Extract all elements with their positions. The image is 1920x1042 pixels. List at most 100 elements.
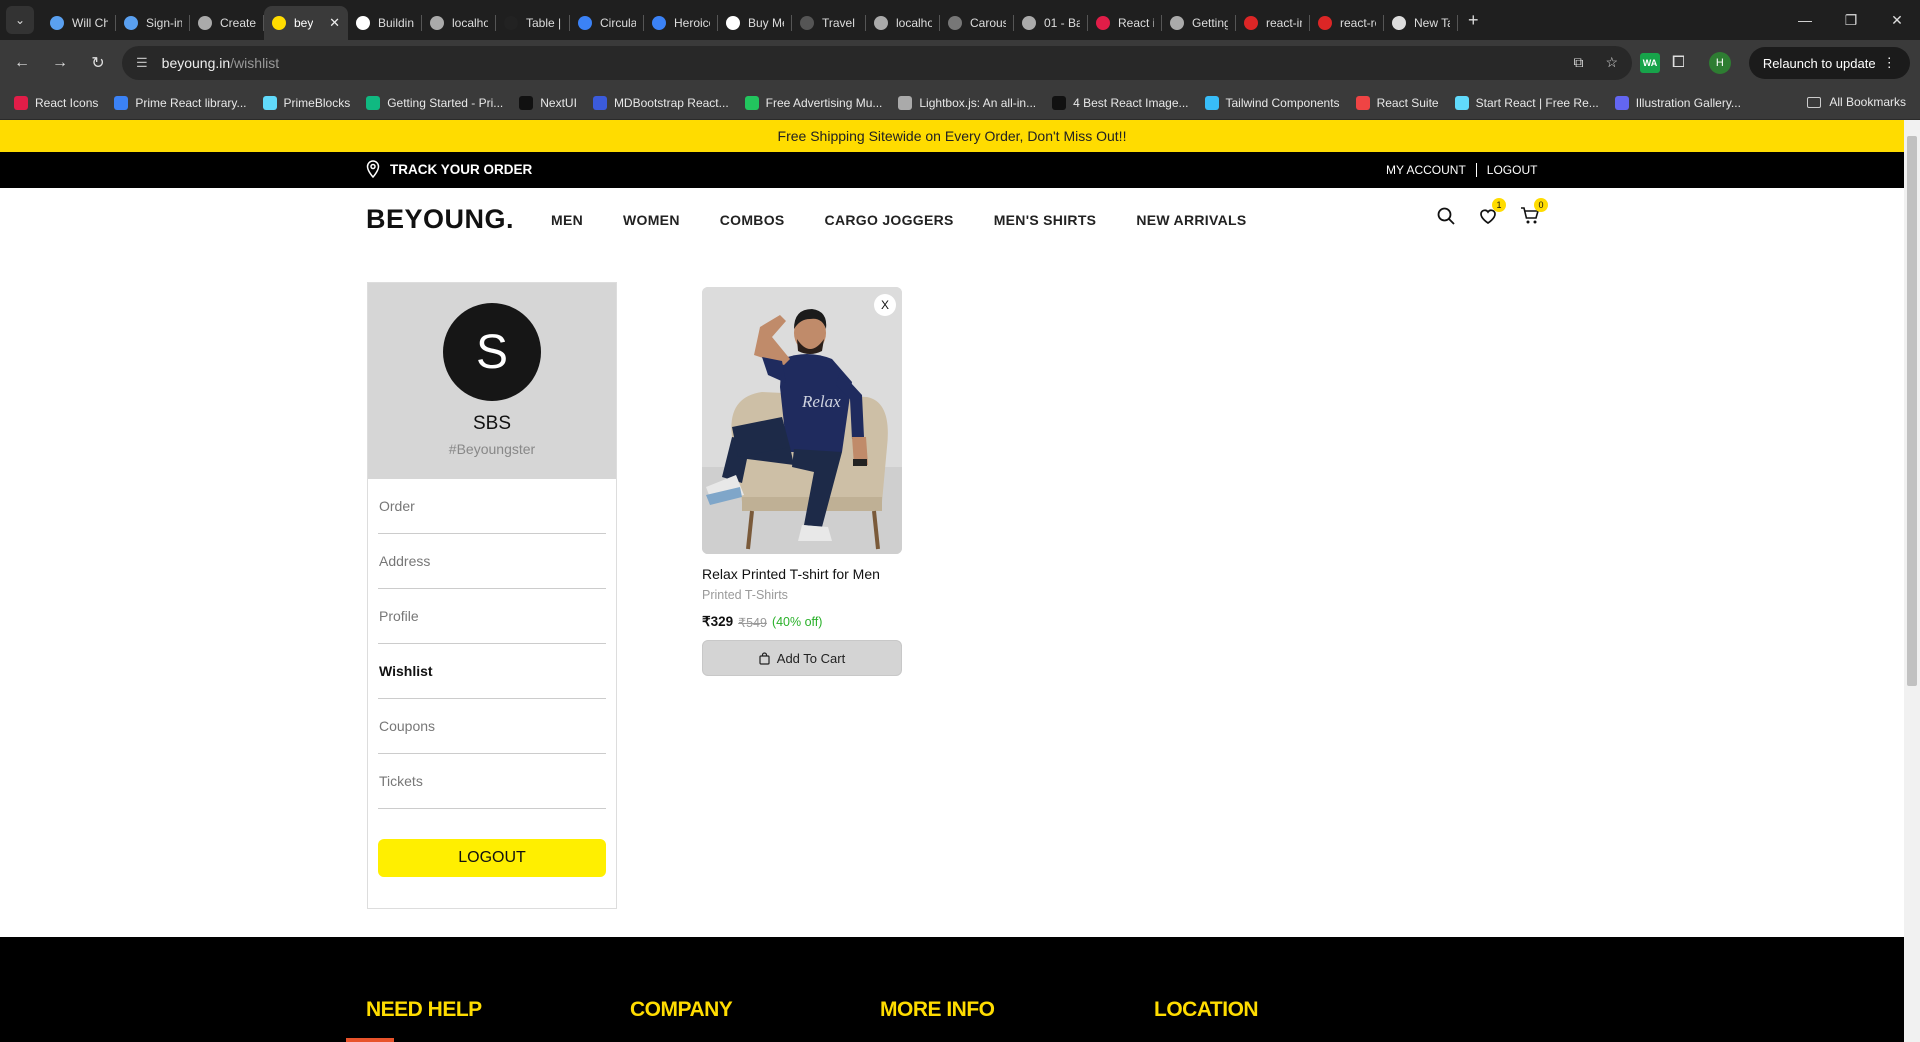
browser-tab[interactable]: localho — [866, 6, 940, 40]
tab-title: react-in — [1266, 16, 1302, 30]
url-host: beyoung.in — [161, 55, 231, 71]
address-bar[interactable]: ☰ beyoung.in/wishlist ⧉ ☆ — [122, 46, 1632, 80]
new-tab-button[interactable]: + — [1468, 10, 1479, 31]
nav-item-men[interactable]: MEN — [551, 212, 583, 228]
profile-avatar[interactable]: H — [1708, 52, 1731, 74]
browser-tab[interactable]: Create F — [190, 6, 264, 40]
browser-tab[interactable]: Buy Me — [718, 6, 792, 40]
browser-tab[interactable]: Building — [348, 6, 422, 40]
browser-tab[interactable]: New Ta — [1384, 6, 1458, 40]
extensions-icon[interactable]: ⧠ — [1672, 54, 1685, 72]
bookmark-favicon-icon — [1204, 95, 1219, 110]
bookmark-item[interactable]: Tailwind Components — [1204, 95, 1340, 110]
product-name[interactable]: Relax Printed T-shirt for Men — [702, 566, 902, 582]
bookmark-item[interactable]: MDBootstrap React... — [592, 95, 729, 110]
bookmark-item[interactable]: Start React | Free Re... — [1454, 95, 1599, 110]
bookmark-item[interactable]: Free Advertising Mu... — [744, 95, 882, 110]
folder-icon — [1807, 96, 1822, 108]
all-bookmarks-button[interactable]: All Bookmarks — [1807, 95, 1906, 109]
bookmark-item[interactable]: React Icons — [14, 95, 99, 110]
tab-favicon-icon — [1170, 16, 1184, 30]
site-info-icon[interactable]: ☰ — [136, 55, 148, 71]
install-app-icon[interactable]: ⧉ — [1573, 54, 1583, 71]
browser-tab[interactable]: Travel M — [792, 6, 866, 40]
browser-tab[interactable]: Heroico — [644, 6, 718, 40]
sidebar-item-coupons[interactable]: Coupons — [378, 699, 606, 754]
restore-icon[interactable]: ❐ — [1828, 0, 1874, 40]
wishlist-heart-icon[interactable]: 1 — [1478, 198, 1506, 226]
sidebar-item-tickets[interactable]: Tickets — [378, 754, 606, 809]
bookmark-favicon-icon — [1052, 95, 1067, 110]
bookmark-item[interactable]: PrimeBlocks — [262, 95, 351, 110]
sidebar-item-wishlist[interactable]: Wishlist — [378, 644, 606, 699]
nav-item-combos[interactable]: COMBOS — [720, 212, 785, 228]
tab-favicon-icon — [504, 16, 518, 30]
bookmark-favicon-icon — [262, 95, 277, 110]
browser-tab[interactable]: react-in — [1236, 6, 1310, 40]
forward-button[interactable]: → — [44, 47, 76, 79]
browser-tab[interactable]: Will Cha — [42, 6, 116, 40]
bookmark-item[interactable]: Prime React library... — [114, 95, 247, 110]
bookmark-star-icon[interactable]: ☆ — [1605, 54, 1618, 71]
tab-favicon-icon — [124, 16, 138, 30]
bookmark-label: React Icons — [35, 95, 99, 110]
original-price: ₹549 — [738, 615, 767, 630]
bookmark-item[interactable]: NextUI — [519, 95, 577, 110]
scrollbar-thumb[interactable] — [1907, 136, 1917, 686]
browser-tab[interactable]: 01 - Ba — [1014, 6, 1088, 40]
cart-icon[interactable]: 0 — [1520, 198, 1548, 226]
page: Free Shipping Sitewide on Every Order, D… — [0, 120, 1904, 1042]
product-image[interactable]: Relax X — [702, 287, 902, 554]
top-bar: TRACK YOUR ORDER MY ACCOUNT LOGOUT — [0, 152, 1904, 188]
whatsapp-extension-icon[interactable]: WA — [1640, 53, 1660, 73]
close-tab-icon[interactable]: ✕ — [329, 15, 340, 31]
browser-tab[interactable]: Getting — [1162, 6, 1236, 40]
browser-tab[interactable]: bey ✕ — [264, 6, 348, 40]
bookmark-item[interactable]: 4 Best React Image... — [1052, 95, 1189, 110]
reload-button[interactable]: ↻ — [82, 47, 114, 79]
sidebar-item-order[interactable]: Order — [378, 479, 606, 534]
minimize-icon[interactable]: — — [1782, 0, 1828, 40]
nav-item-cargo-joggers[interactable]: CARGO JOGGERS — [825, 212, 954, 228]
back-button[interactable]: ← — [6, 47, 38, 79]
nav-item-new-arrivals[interactable]: NEW ARRIVALS — [1136, 212, 1246, 228]
bookmark-label: NextUI — [540, 95, 577, 110]
close-window-icon[interactable]: ✕ — [1874, 0, 1920, 40]
relaunch-button[interactable]: Relaunch to update ⋮ — [1748, 47, 1910, 79]
browser-tab[interactable]: React ic — [1088, 6, 1162, 40]
tab-favicon-icon — [874, 16, 888, 30]
logout-button[interactable]: LOGOUT — [378, 839, 606, 877]
bookmark-item[interactable]: Getting Started - Pri... — [366, 95, 504, 110]
sidebar-item-address[interactable]: Address — [378, 534, 606, 589]
tab-title: Buy Me — [748, 16, 784, 30]
bookmark-label: Getting Started - Pri... — [387, 95, 504, 110]
site-logo[interactable]: BEYOUNG. — [366, 204, 514, 235]
bookmark-item[interactable]: React Suite — [1355, 95, 1439, 110]
bookmark-item[interactable]: Lightbox.js: An all-in... — [898, 95, 1036, 110]
nav-item-women[interactable]: WOMEN — [623, 212, 680, 228]
bookmark-favicon-icon — [1355, 95, 1370, 110]
browser-tab[interactable]: Table | I — [496, 6, 570, 40]
bag-icon — [759, 651, 770, 665]
browser-tab[interactable]: Sign-in — [116, 6, 190, 40]
browser-tab[interactable]: Circular — [570, 6, 644, 40]
tab-title: 01 - Ba — [1044, 16, 1080, 30]
tab-favicon-icon — [356, 16, 370, 30]
bookmark-label: PrimeBlocks — [283, 95, 351, 110]
logout-link[interactable]: LOGOUT — [1487, 163, 1538, 177]
browser-tab[interactable]: localho — [422, 6, 496, 40]
tab-favicon-icon — [726, 16, 740, 30]
page-scrollbar[interactable] — [1904, 120, 1920, 1042]
browser-tab[interactable]: Carouse — [940, 6, 1014, 40]
nav-item-men-s-shirts[interactable]: MEN'S SHIRTS — [994, 212, 1097, 228]
my-account-link[interactable]: MY ACCOUNT — [1386, 163, 1466, 177]
sidebar-item-profile[interactable]: Profile — [378, 589, 606, 644]
browser-tab[interactable]: react-re — [1310, 6, 1384, 40]
track-order-link[interactable]: TRACK YOUR ORDER — [366, 160, 532, 178]
remove-from-wishlist-button[interactable]: X — [874, 294, 896, 316]
search-icon[interactable] — [1436, 206, 1456, 226]
tab-search-button[interactable]: ⌄ — [6, 6, 34, 34]
tab-title: New Ta — [1414, 16, 1450, 30]
add-to-cart-button[interactable]: Add To Cart — [702, 640, 902, 676]
bookmark-item[interactable]: Illustration Gallery... — [1614, 95, 1741, 110]
